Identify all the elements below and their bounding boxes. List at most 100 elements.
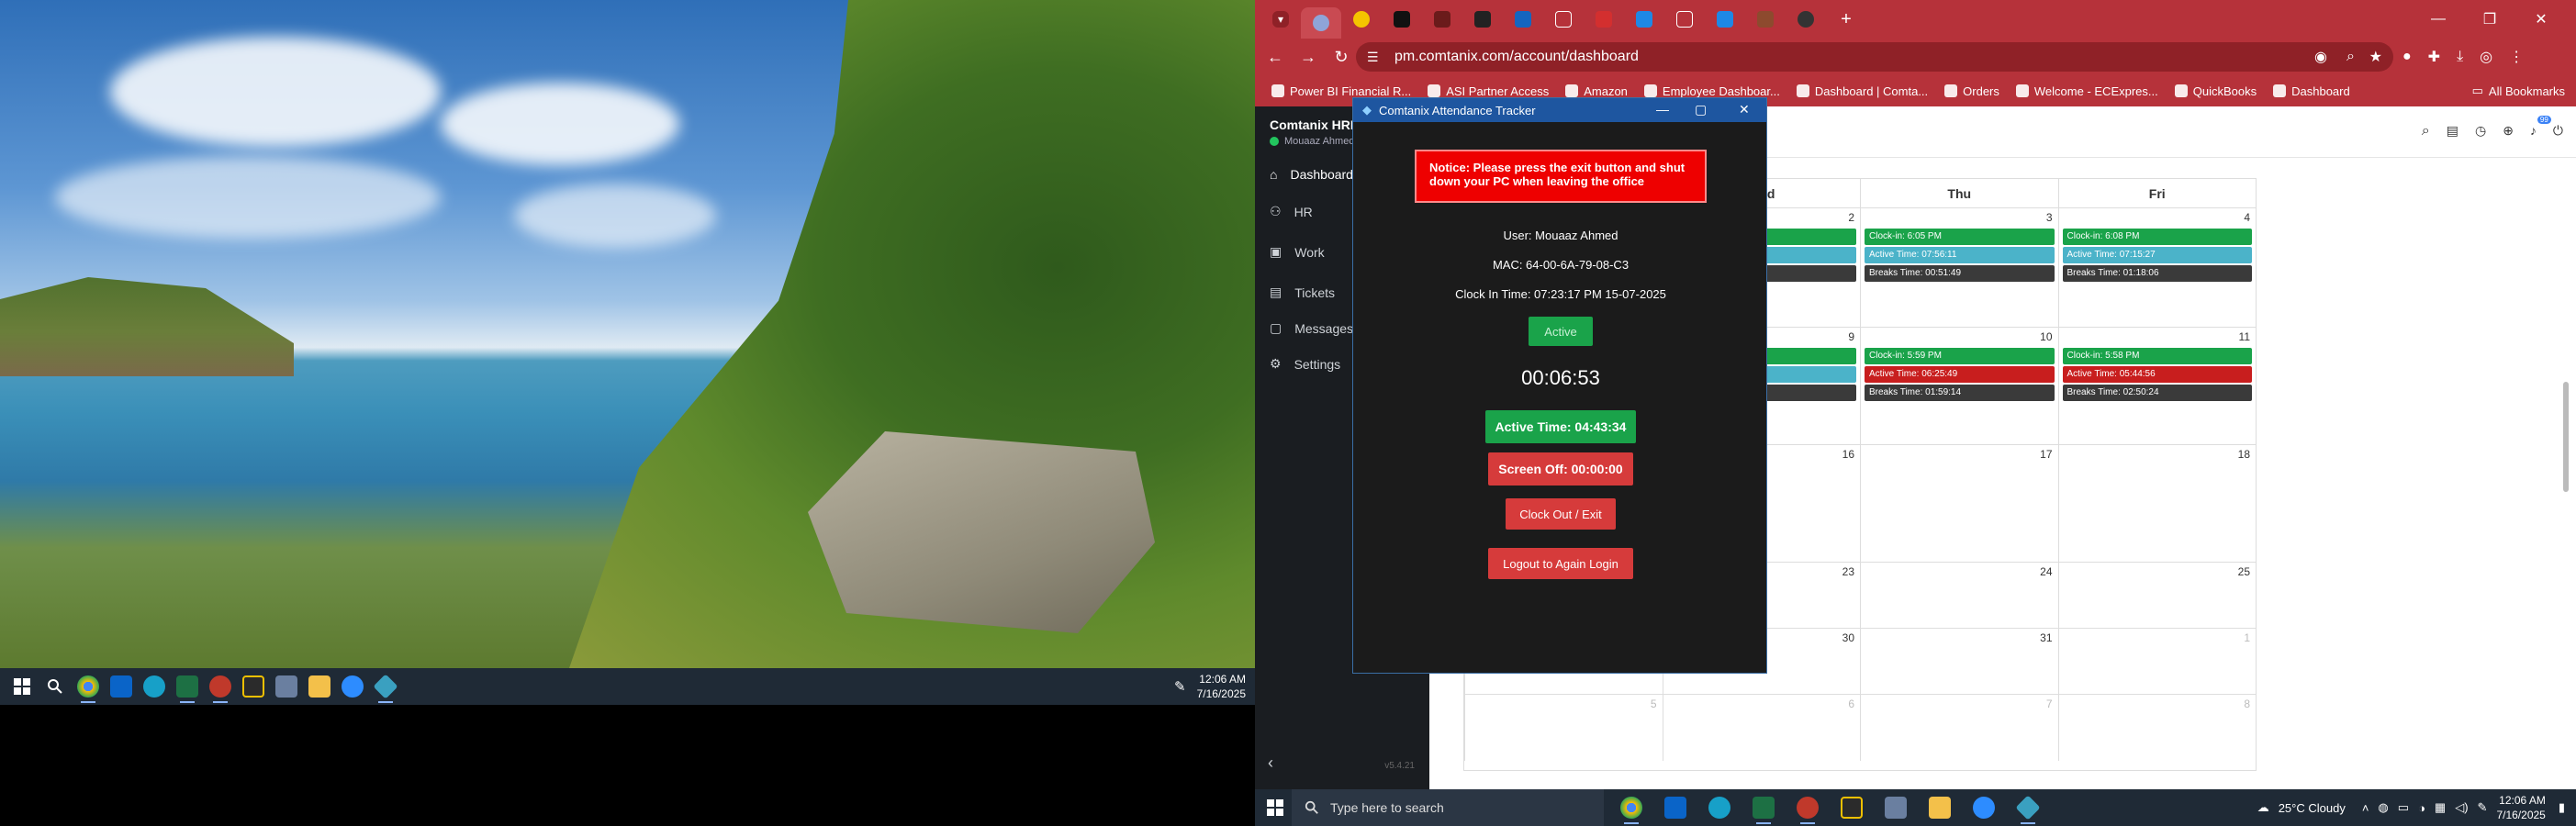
bookmark-item[interactable]: Power BI Financial R...	[1271, 84, 1411, 98]
breaks-time-event[interactable]: Breaks Time: 00:51:49	[1865, 265, 2055, 282]
restore-icon[interactable]: ❐	[2469, 0, 2511, 39]
address-bar[interactable]: ☰ pm.comtanix.com/account/dashboard ◉ ⌕ …	[1356, 42, 2393, 72]
edge-icon[interactable]	[138, 668, 171, 705]
calendar-day[interactable]: 7	[1860, 695, 2058, 761]
attendance-tracker-icon[interactable]	[2011, 789, 2044, 826]
tab-13[interactable]	[1786, 6, 1826, 33]
sidebar-item-tickets[interactable]: ▤ Tickets	[1270, 285, 1335, 300]
profile-icon[interactable]: ◎	[2480, 48, 2492, 66]
all-bookmarks[interactable]: ▭ All Bookmarks	[2472, 84, 2565, 98]
excel-icon[interactable]	[171, 668, 204, 705]
active-time-event[interactable]: Active Time: 06:25:49	[1865, 366, 2055, 383]
bookmark-item[interactable]: Welcome - ECExpres...	[2015, 84, 2158, 98]
clock-icon[interactable]: ◷	[2475, 123, 2486, 140]
zoom-lens-icon[interactable]: ⌕	[2346, 49, 2355, 65]
close-icon[interactable]: ✕	[2520, 0, 2562, 39]
calendar-day[interactable]: 18	[2057, 445, 2257, 562]
search-icon[interactable]: ⌕	[2422, 123, 2430, 140]
minimize-icon[interactable]: —	[1656, 102, 1669, 117]
left-clock[interactable]: 12:06 AM 7/16/2025	[1197, 672, 1246, 701]
clock-in-event[interactable]: Clock-in: 6:08 PM	[2062, 229, 2252, 245]
extension-icon[interactable]: ●	[2402, 49, 2412, 65]
active-time-button[interactable]: Active Time: 04:43:34	[1485, 410, 1636, 443]
sticky-notes-icon[interactable]	[237, 668, 270, 705]
outlook-icon[interactable]	[1659, 789, 1692, 826]
maximize-icon[interactable]: ▢	[1695, 102, 1707, 117]
network-icon[interactable]: ▦	[2435, 800, 2446, 815]
bookmark-item[interactable]: ASI Partner Access	[1428, 84, 1549, 98]
tracker-titlebar[interactable]: ◆ Comtanix Attendance Tracker — ▢ ✕	[1353, 98, 1766, 122]
windows-start-icon[interactable]	[1259, 789, 1292, 826]
tab-11[interactable]	[1705, 6, 1745, 33]
calculator-icon[interactable]	[270, 668, 303, 705]
calendar-day[interactable]: 6	[1662, 695, 1861, 761]
bookmark-item[interactable]: QuickBooks	[2174, 84, 2257, 98]
outlook-icon[interactable]	[105, 668, 138, 705]
search-icon[interactable]	[39, 668, 72, 705]
calculator-icon[interactable]	[1879, 789, 1912, 826]
windows-start-icon[interactable]	[6, 668, 39, 705]
close-icon[interactable]: ✕	[1739, 102, 1750, 117]
calendar-day[interactable]: 1	[2057, 629, 2257, 694]
breaks-time-event[interactable]: Breaks Time: 01:59:14	[1865, 385, 2055, 401]
notifications-icon[interactable]: ▮	[2559, 800, 2565, 815]
sidebar-item-settings[interactable]: ⚙ Settings	[1270, 356, 1340, 372]
calendar-day[interactable]: 25	[2057, 563, 2257, 628]
file-explorer-icon[interactable]	[303, 668, 336, 705]
clock-in-event[interactable]: Clock-in: 5:59 PM	[1865, 348, 2055, 364]
tray-app-icon[interactable]: ◑	[2418, 801, 2425, 815]
bell-icon[interactable]: ♪ 99	[2530, 116, 2551, 140]
reload-icon[interactable]: ↻	[1325, 39, 1358, 75]
chrome-icon[interactable]	[72, 668, 105, 705]
calendar-day[interactable]: 24	[1860, 563, 2058, 628]
pen-icon[interactable]: ✎	[1174, 678, 1186, 695]
tab-amazon[interactable]	[1462, 6, 1503, 33]
tab-ec[interactable]	[1543, 6, 1584, 33]
bookmark-item[interactable]: Dashboard | Comta...	[1796, 84, 1928, 98]
bookmark-item[interactable]: Orders	[1944, 84, 1999, 98]
calendar-day[interactable]: 31	[1860, 629, 2058, 694]
tray-app-icon[interactable]: ◍	[2378, 800, 2388, 815]
pen-icon[interactable]: ✎	[2478, 800, 2488, 815]
tab-2[interactable]	[1341, 6, 1382, 33]
download-icon[interactable]: ⤓	[2457, 49, 2463, 65]
collapse-sidebar-icon[interactable]: ‹	[1268, 753, 1273, 773]
screen-off-button[interactable]: Screen Off: 00:00:00	[1488, 452, 1633, 486]
tab-12[interactable]	[1745, 6, 1786, 33]
clock-in-event[interactable]: Clock-in: 6:05 PM	[1865, 229, 2055, 245]
new-tab-button[interactable]: +	[1826, 6, 1866, 33]
volume-icon[interactable]: ◁)	[2455, 800, 2468, 815]
add-icon[interactable]: ⊕	[2503, 123, 2514, 140]
tab-current[interactable]	[1301, 7, 1341, 39]
edge-icon[interactable]	[1703, 789, 1736, 826]
active-time-event[interactable]: Active Time: 05:44:56	[2062, 366, 2252, 383]
tab-3[interactable]	[1382, 6, 1422, 33]
logout-button[interactable]: Logout to Again Login	[1488, 548, 1633, 579]
tab-6[interactable]	[1503, 6, 1543, 33]
clock-out-button[interactable]: Clock Out / Exit	[1506, 498, 1616, 530]
sidebar-item-work[interactable]: ▣ Work	[1270, 244, 1325, 260]
chrome-profile-icon[interactable]	[1791, 789, 1824, 826]
calendar-day[interactable]: 4 Clock-in: 6:08 PM Active Time: 07:15:2…	[2057, 208, 2257, 327]
sidebar-item-hr[interactable]: ⚇ HR	[1270, 204, 1313, 219]
calendar-day[interactable]: 3 Clock-in: 6:05 PM Active Time: 07:56:1…	[1860, 208, 2058, 327]
tab-ec-2[interactable]	[1664, 6, 1705, 33]
site-info-icon[interactable]: ☰	[1367, 50, 1379, 65]
tab-search-dropdown[interactable]: ▾	[1260, 6, 1301, 33]
back-icon[interactable]: ←	[1259, 39, 1292, 75]
tab-4[interactable]	[1422, 6, 1462, 33]
minimize-icon[interactable]: —	[2417, 0, 2459, 39]
active-time-event[interactable]: Active Time: 07:15:27	[2062, 247, 2252, 263]
chrome-icon[interactable]	[1615, 789, 1648, 826]
weather-icon[interactable]: ☁	[2257, 800, 2269, 815]
right-clock[interactable]: 12:06 AM 7/16/2025	[2496, 793, 2545, 822]
location-icon[interactable]: ◉	[2314, 48, 2327, 66]
breaks-time-event[interactable]: Breaks Time: 02:50:24	[2062, 385, 2252, 401]
calendar-day[interactable]: 11 Clock-in: 5:58 PM Active Time: 05:44:…	[2057, 328, 2257, 444]
scrollbar[interactable]	[2563, 382, 2569, 492]
forward-icon[interactable]: →	[1292, 39, 1325, 75]
file-explorer-icon[interactable]	[1923, 789, 1956, 826]
clock-in-event[interactable]: Clock-in: 5:58 PM	[2062, 348, 2252, 364]
attendance-tracker-icon[interactable]	[369, 668, 402, 705]
calendar-day[interactable]: 10 Clock-in: 5:59 PM Active Time: 06:25:…	[1860, 328, 2058, 444]
